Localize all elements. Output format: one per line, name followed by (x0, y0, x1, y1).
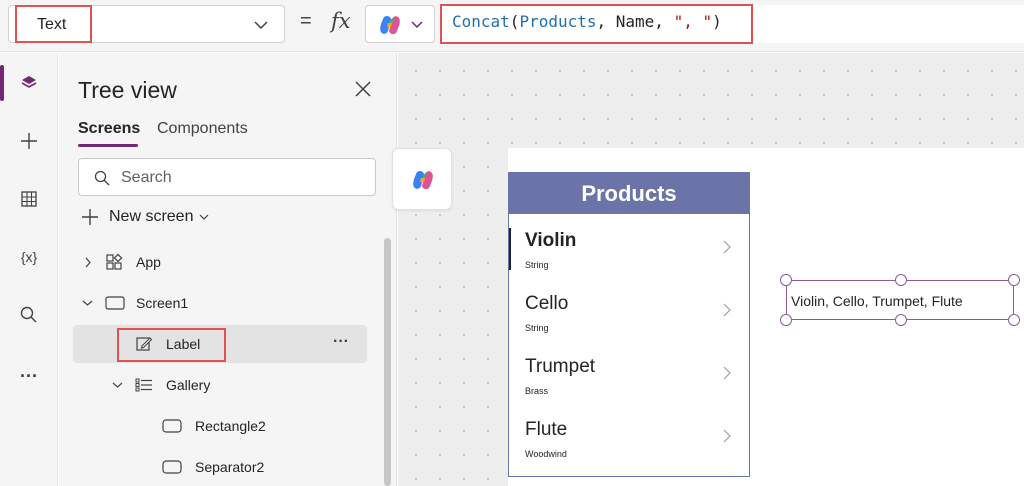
search-placeholder: Search (121, 169, 172, 186)
item-category: String (525, 260, 549, 270)
chevron-right-icon[interactable] (84, 257, 92, 268)
tree-view-title: Tree view (78, 77, 177, 103)
item-name: Flute (525, 419, 568, 440)
new-screen-label: New screen (109, 208, 194, 225)
rectangle-icon (162, 419, 182, 433)
app-icon (106, 253, 123, 270)
item-name: Trumpet (525, 356, 596, 377)
tab-components[interactable]: Components (157, 120, 248, 138)
chevron-down-icon (200, 214, 209, 220)
variables-icon: {x} (20, 249, 38, 265)
rectangle-icon (162, 460, 182, 474)
search-input[interactable]: Search (78, 158, 376, 196)
item-category: String (525, 323, 549, 333)
gallery-item[interactable]: Cello String (509, 277, 749, 340)
power-apps-studio: Text = fx Concat(Products, Name, ", ") {… (0, 0, 1024, 486)
resize-handle[interactable] (1008, 314, 1020, 326)
left-rail: {x} ... (0, 53, 58, 486)
chevron-right-icon[interactable] (722, 366, 732, 380)
tree-item-screen1[interactable]: Screen1 (73, 284, 367, 322)
tree-item-label: Gallery (166, 377, 211, 393)
tab-screens[interactable]: Screens (78, 120, 140, 138)
chevron-right-icon[interactable] (722, 240, 732, 254)
more-icon: ... (19, 360, 38, 381)
fx-icon[interactable]: fx (331, 9, 351, 33)
products-gallery[interactable]: Products Violin String Cello String Trum… (508, 172, 750, 477)
rail-insert[interactable] (0, 119, 58, 163)
chevron-down-icon (411, 21, 423, 29)
table-icon (21, 191, 37, 207)
copilot-formula-button[interactable] (365, 5, 435, 43)
label-highlight (117, 328, 226, 362)
item-name: Cello (525, 293, 569, 314)
resize-handle[interactable] (1008, 274, 1020, 286)
rail-tree-view[interactable] (0, 61, 58, 105)
search-icon (94, 170, 110, 186)
resize-handle[interactable] (780, 314, 792, 326)
tree-item-label: Rectangle2 (195, 418, 266, 434)
tree-item-app[interactable]: App (73, 243, 367, 281)
resize-handle[interactable] (780, 274, 792, 286)
plus-icon (82, 209, 98, 225)
rail-search[interactable] (0, 293, 58, 337)
chevron-down-icon[interactable] (112, 381, 123, 389)
tree-scrollbar[interactable] (384, 238, 391, 486)
gallery-item[interactable]: Trumpet Brass (509, 340, 749, 403)
item-category: Brass (525, 386, 549, 396)
tree-item-separator2[interactable]: Separator2 (73, 448, 367, 486)
search-icon (20, 306, 37, 323)
chevron-right-icon[interactable] (722, 429, 732, 443)
gallery-item[interactable]: Flute Woodwind (509, 403, 749, 466)
gallery-item[interactable]: Violin String (509, 214, 749, 277)
tree-item-gallery[interactable]: Gallery (73, 366, 367, 404)
resize-handle[interactable] (895, 274, 907, 286)
label-text: Violin, Cello, Trumpet, Flute (791, 293, 963, 309)
design-canvas[interactable]: Products Violin String Cello String Trum… (392, 53, 1024, 486)
item-name: Violin (525, 230, 577, 251)
chevron-right-icon[interactable] (722, 303, 732, 317)
formula-bar: Text = fx Concat(Products, Name, ", ") (0, 0, 1024, 52)
tree-view-panel: Tree view Screens Components Search New … (59, 53, 397, 486)
rail-variables[interactable]: {x} (0, 235, 58, 279)
formula-highlight (440, 4, 753, 44)
item-category: Woodwind (525, 449, 567, 459)
tree-item-rectangle2[interactable]: Rectangle2 (73, 407, 367, 445)
chevron-down-icon[interactable] (82, 299, 93, 307)
screen-icon (105, 296, 125, 310)
tree-item-label: Screen1 (136, 295, 189, 311)
rail-data[interactable] (0, 177, 58, 221)
property-highlight (15, 5, 92, 43)
tree-item-label: App (136, 254, 161, 270)
copilot-icon (413, 170, 433, 190)
tab-active-underline (78, 144, 138, 147)
chevron-down-icon (254, 21, 268, 30)
gallery-header: Products (509, 173, 749, 214)
close-icon[interactable] (353, 79, 373, 99)
rail-more[interactable]: ... (0, 349, 58, 393)
layers-icon (21, 76, 37, 88)
gallery-icon (135, 378, 152, 392)
new-screen-button[interactable]: New screen (81, 205, 209, 229)
app-screen: Products Violin String Cello String Trum… (508, 148, 1024, 486)
plus-icon (21, 133, 37, 149)
more-options-icon[interactable]: ··· (333, 333, 349, 351)
resize-handle[interactable] (895, 314, 907, 326)
equals-sign: = (300, 10, 312, 32)
selected-indicator (509, 228, 511, 270)
label-control[interactable]: Violin, Cello, Trumpet, Flute (780, 274, 1020, 326)
copilot-icon (380, 15, 400, 35)
tree-item-label: Separator2 (195, 459, 265, 475)
copilot-canvas-button[interactable] (392, 148, 452, 210)
